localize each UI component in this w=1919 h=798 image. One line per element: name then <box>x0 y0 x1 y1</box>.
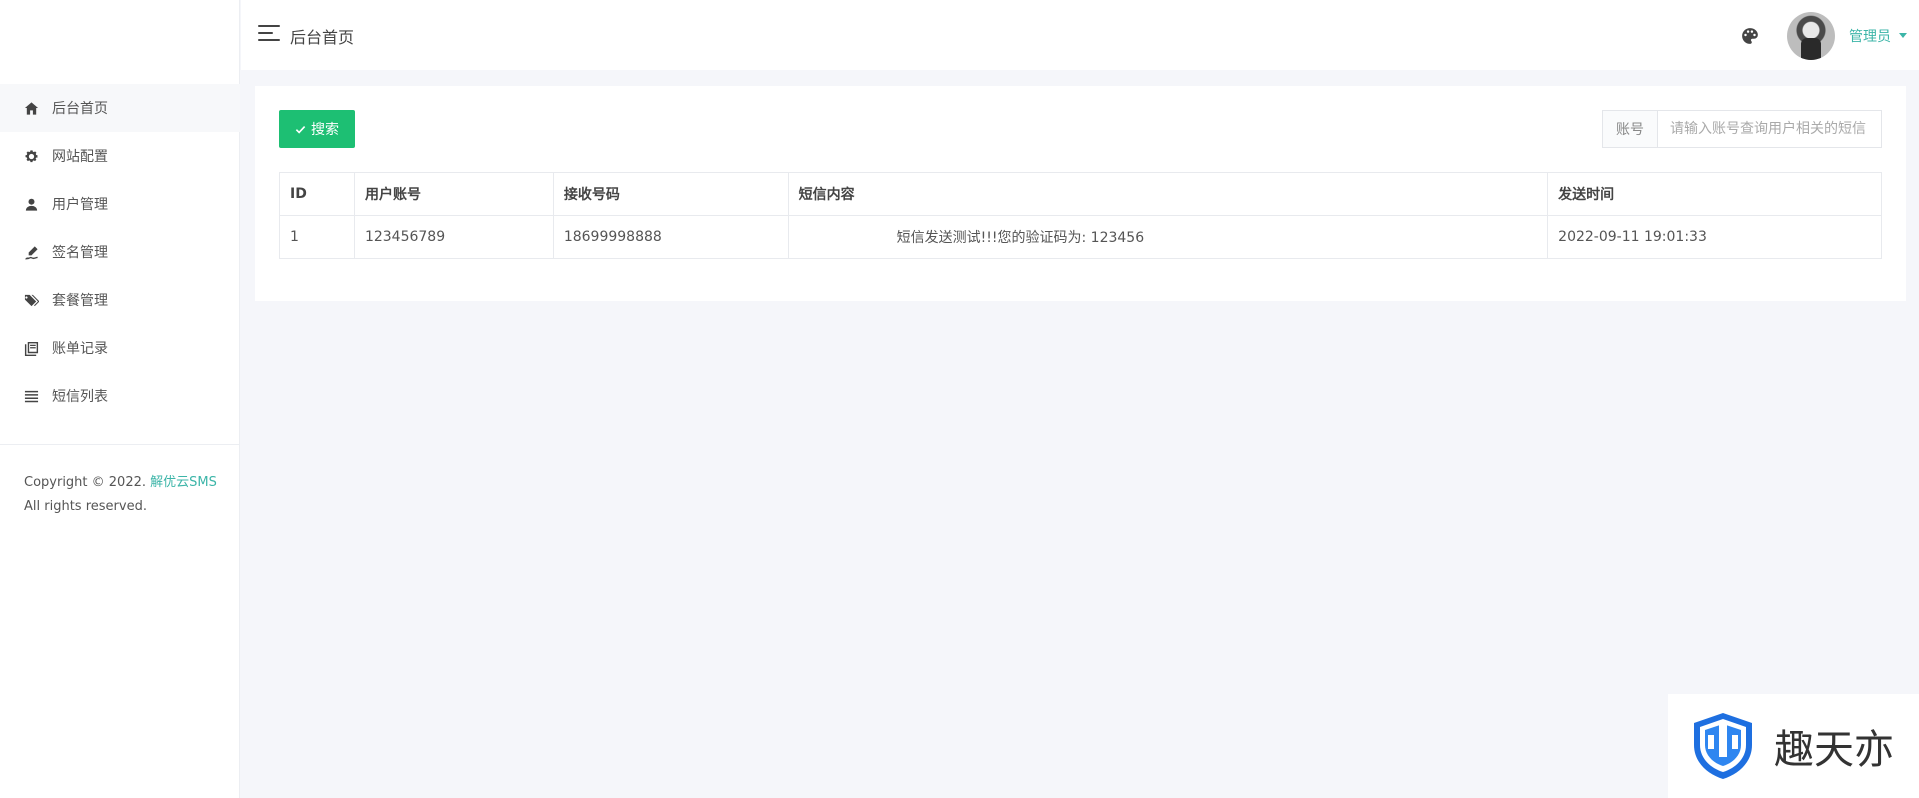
copyright: Copyright © 2022. 解优云SMS All rights rese… <box>24 471 217 519</box>
palette-icon[interactable] <box>1741 27 1759 45</box>
sidebar-item-label: 套餐管理 <box>52 293 108 309</box>
sidebar-item-site-config[interactable]: 网站配置 <box>0 132 240 180</box>
gear-icon <box>23 148 39 164</box>
table-row: 1 123456789 18699998888 短信发送测试!!!您的验证码为:… <box>279 215 1882 259</box>
menu-toggle-icon[interactable] <box>258 25 280 41</box>
sidebar: 后台首页 网站配置 用户管理 签名管理 套餐管理 账单记录 短信列表 Copyr… <box>0 0 240 798</box>
cell-id: 1 <box>279 215 355 259</box>
cell-content: 短信发送测试!!!您的验证码为: 123456 <box>787 215 1549 259</box>
column-header-time[interactable]: 发送时间 <box>1547 172 1882 216</box>
sidebar-item-packages[interactable]: 套餐管理 <box>0 276 240 324</box>
sidebar-item-users[interactable]: 用户管理 <box>0 180 240 228</box>
chevron-down-icon[interactable] <box>1899 33 1907 38</box>
account-label: 账号 <box>1603 111 1658 147</box>
signature-icon <box>23 244 39 260</box>
table-header-row: ID 用户账号 接收号码 短信内容 发送时间 <box>279 172 1882 216</box>
watermark: 趣天亦 <box>1668 694 1919 798</box>
user-icon <box>23 196 39 212</box>
sidebar-divider <box>0 444 240 445</box>
shield-logo-icon <box>1694 713 1752 779</box>
account-search-group: 账号 <box>1602 110 1882 148</box>
copyright-suffix: All rights reserved. <box>24 499 147 514</box>
sms-list-card: 搜索 账号 ID 用户账号 接收号码 短信内容 发送时间 1 123456789… <box>255 86 1906 301</box>
account-search-input[interactable] <box>1658 111 1881 147</box>
user-menu-name[interactable]: 管理员 <box>1849 26 1891 46</box>
page-title: 后台首页 <box>290 28 355 47</box>
sidebar-item-label: 网站配置 <box>52 149 108 165</box>
sms-table: ID 用户账号 接收号码 短信内容 发送时间 1 123456789 18699… <box>279 172 1882 259</box>
sidebar-menu: 后台首页 网站配置 用户管理 签名管理 套餐管理 账单记录 短信列表 <box>0 84 240 420</box>
book-icon <box>23 340 39 356</box>
tags-icon <box>23 292 39 308</box>
sidebar-item-label: 短信列表 <box>52 389 108 405</box>
avatar[interactable] <box>1787 12 1835 60</box>
sidebar-item-sms-list[interactable]: 短信列表 <box>0 372 240 420</box>
column-header-receiver[interactable]: 接收号码 <box>552 172 789 216</box>
cell-receiver: 18699998888 <box>552 215 789 259</box>
home-icon <box>23 100 39 116</box>
sidebar-item-label: 账单记录 <box>52 341 108 357</box>
copyright-brand-link[interactable]: 解优云SMS <box>150 475 217 490</box>
sidebar-item-bills[interactable]: 账单记录 <box>0 324 240 372</box>
column-header-content[interactable]: 短信内容 <box>787 172 1549 216</box>
cell-account: 123456789 <box>353 215 554 259</box>
sidebar-item-label: 后台首页 <box>52 101 108 117</box>
search-button[interactable]: 搜索 <box>279 110 355 148</box>
sidebar-item-label: 签名管理 <box>52 245 108 261</box>
column-header-id[interactable]: ID <box>279 172 355 216</box>
check-icon <box>295 125 306 134</box>
search-button-label: 搜索 <box>311 121 339 137</box>
sidebar-item-signatures[interactable]: 签名管理 <box>0 228 240 276</box>
column-header-account[interactable]: 用户账号 <box>353 172 554 216</box>
top-header: 后台首页 管理员 <box>241 0 1919 70</box>
cell-time: 2022-09-11 19:01:33 <box>1547 215 1882 259</box>
sidebar-item-label: 用户管理 <box>52 197 108 213</box>
list-icon <box>23 388 39 404</box>
watermark-text: 趣天亦 <box>1774 727 1894 773</box>
copyright-prefix: Copyright © 2022. <box>24 475 147 490</box>
sidebar-item-dashboard[interactable]: 后台首页 <box>0 84 240 132</box>
